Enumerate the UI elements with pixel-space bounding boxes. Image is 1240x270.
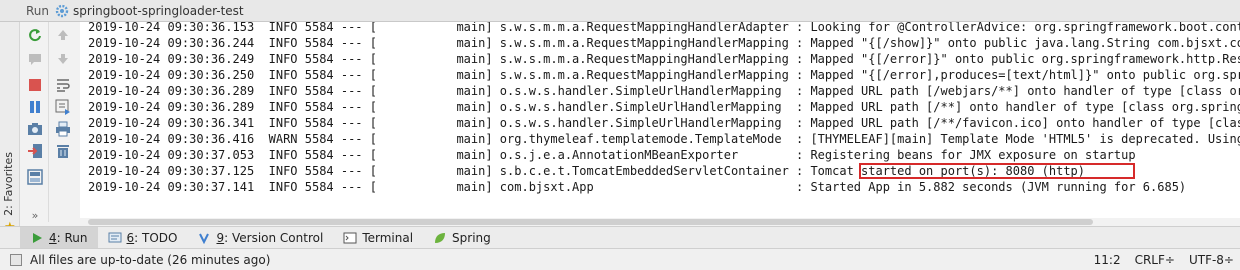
- rerun-button[interactable]: [26, 26, 44, 44]
- run-toolbar-secondary: [50, 22, 76, 222]
- more-actions-button[interactable]: »: [26, 206, 44, 224]
- favorites-strip: 2: Favorites ★: [0, 22, 20, 244]
- log-line: 2019-10-24 09:30:37.141 INFO 5584 --- [ …: [88, 180, 1187, 194]
- layout-button[interactable]: [26, 168, 44, 186]
- pause-icon: [30, 101, 40, 113]
- print-button[interactable]: [54, 120, 72, 138]
- exit-button[interactable]: [26, 142, 44, 160]
- tab-version-control[interactable]: 9: Version Control: [187, 227, 333, 249]
- tab-label: : Run: [56, 230, 88, 245]
- log-line: 2019-10-24 09:30:36.249 INFO 5584 --- [ …: [88, 52, 1240, 66]
- exit-icon: [28, 144, 42, 158]
- scroll-to-end-icon: [55, 99, 70, 115]
- trash-icon: [57, 145, 69, 158]
- log-line: 2019-10-24 09:30:36.153 INFO 5584 --- [ …: [88, 22, 1240, 34]
- run-config-name[interactable]: springboot-springloader-test: [73, 4, 244, 18]
- tab-mnemonic: 9: [216, 230, 225, 245]
- chat-button[interactable]: [26, 50, 44, 68]
- log-line: 2019-10-24 09:30:37.053 INFO 5584 --- [ …: [88, 148, 1136, 162]
- scrollbar-thumb[interactable]: [88, 219, 1093, 225]
- log-line: 2019-10-24 09:30:36.416 WARN 5584 --- [ …: [88, 132, 1240, 146]
- tab-label: Terminal: [362, 230, 414, 245]
- rerun-icon: [29, 29, 41, 42]
- log-line: 2019-10-24 09:30:36.244 INFO 5584 --- [ …: [88, 36, 1240, 50]
- version-control-icon: [197, 231, 211, 245]
- printer-icon: [56, 121, 70, 137]
- scroll-to-end-button[interactable]: [54, 98, 72, 116]
- log-line: 2019-10-24 09:30:36.341 INFO 5584 --- [ …: [88, 116, 1240, 130]
- soft-wrap-button[interactable]: [54, 76, 72, 94]
- run-icon: [30, 231, 44, 245]
- layout-icon: [27, 169, 43, 185]
- terminal-icon: [343, 231, 357, 245]
- double-chevron-right-icon: »: [31, 208, 39, 222]
- clear-all-button[interactable]: [54, 142, 72, 160]
- tab-run[interactable]: 4: Run: [20, 226, 98, 249]
- status-message: All files are up-to-date (26 minutes ago…: [30, 252, 271, 267]
- camera-button[interactable]: [26, 120, 44, 138]
- tab-label: Spring: [452, 230, 491, 245]
- line-separator-selector[interactable]: CRLF÷: [1135, 253, 1175, 267]
- status-bar: All files are up-to-date (26 minutes ago…: [0, 248, 1240, 270]
- tab-label: : Version Control: [224, 230, 324, 245]
- soft-wrap-icon: [57, 79, 70, 92]
- tool-window-tabs: 4: Run 6: TODO 9: Version Control Termin…: [0, 226, 1240, 249]
- stop-icon: [29, 79, 41, 91]
- tab-label: : TODO: [134, 230, 178, 245]
- run-label: Run: [26, 3, 50, 18]
- down-button[interactable]: [54, 50, 72, 68]
- arrow-up-icon: [58, 30, 68, 40]
- todo-icon: [108, 231, 122, 245]
- up-button[interactable]: [54, 26, 72, 44]
- stop-button[interactable]: [26, 76, 44, 94]
- camera-icon: [28, 123, 42, 135]
- toolbar-divider: [48, 22, 49, 222]
- tomcat-port-highlight: [859, 163, 1135, 179]
- favorites-tool-button[interactable]: 2: Favorites: [2, 152, 15, 216]
- spring-leaf-icon: [433, 231, 447, 245]
- tab-mnemonic: 4: [49, 230, 57, 245]
- tool-windows-toggle-icon[interactable]: [10, 253, 22, 266]
- encoding-selector[interactable]: UTF-8÷: [1189, 253, 1234, 267]
- console-output[interactable]: 2019-10-24 09:30:36.153 INFO 5584 --- [ …: [80, 22, 1240, 218]
- caret-position[interactable]: 11:2: [1094, 253, 1121, 267]
- pause-button[interactable]: [26, 98, 44, 116]
- run-window-title-bar: Run springboot-springloader-test: [0, 0, 1240, 22]
- spring-boot-config-icon: [55, 4, 69, 17]
- log-line: 2019-10-24 09:30:36.289 INFO 5584 --- [ …: [88, 84, 1240, 98]
- arrow-down-icon: [58, 54, 68, 64]
- run-toolbar-primary: »: [22, 22, 48, 222]
- speech-bubble-icon: [29, 54, 41, 65]
- horizontal-scrollbar[interactable]: [80, 218, 1240, 226]
- log-line: 2019-10-24 09:30:36.250 INFO 5584 --- [ …: [88, 68, 1240, 82]
- tab-todo[interactable]: 6: TODO: [98, 227, 188, 249]
- tab-terminal[interactable]: Terminal: [333, 227, 423, 249]
- tab-mnemonic: 6: [126, 230, 135, 245]
- log-line: 2019-10-24 09:30:36.289 INFO 5584 --- [ …: [88, 100, 1240, 114]
- tab-spring[interactable]: Spring: [423, 227, 501, 249]
